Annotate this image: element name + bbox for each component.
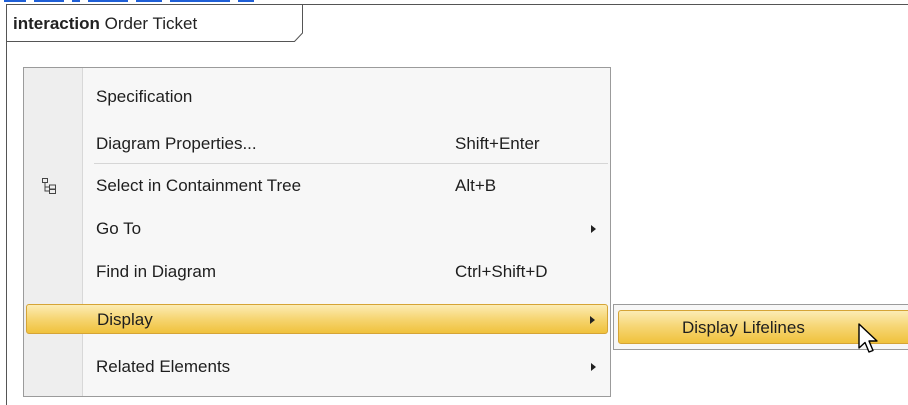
menu-item-label: Display	[97, 310, 153, 329]
frame-keyword: interaction	[13, 14, 100, 33]
context-menu: Specification Diagram Properties... Shif…	[23, 67, 611, 397]
menu-item-label: Select in Containment Tree	[96, 176, 302, 195]
menu-item-label: Diagram Properties...	[96, 134, 257, 153]
submenu-arrow-icon	[590, 316, 595, 324]
arrow-pointer-icon	[858, 323, 880, 361]
menu-item-shortcut: Alt+B	[455, 176, 497, 195]
menu-item-related-elements[interactable]: Related Elements	[26, 352, 608, 382]
menu-item-label: Go To	[96, 219, 142, 238]
menu-item-display[interactable]: Display	[26, 304, 608, 334]
menu-item-label: Specification	[96, 87, 193, 106]
menu-item-select-in-containment-tree[interactable]: Select in Containment Tree Alt+B	[26, 171, 608, 201]
frame-title: interaction Order Ticket	[13, 11, 197, 37]
frame-name: Order Ticket	[104, 14, 198, 33]
menu-item-diagram-properties[interactable]: Diagram Properties... Shift+Enter	[26, 129, 608, 159]
menu-item-label: Find in Diagram	[96, 262, 216, 281]
submenu-arrow-icon	[591, 225, 596, 233]
containment-tree-icon	[40, 177, 58, 200]
menu-item-shortcut: Ctrl+Shift+D	[455, 262, 548, 281]
menu-item-find-in-diagram[interactable]: Find in Diagram Ctrl+Shift+D	[26, 257, 608, 287]
menu-item-shortcut: Shift+Enter	[455, 134, 540, 153]
menu-item-label: Related Elements	[96, 357, 231, 376]
menu-item-label: Display Lifelines	[682, 318, 805, 337]
submenu-arrow-icon	[591, 363, 596, 371]
menu-item-specification[interactable]: Specification	[26, 82, 608, 112]
menu-item-go-to[interactable]: Go To	[26, 214, 608, 244]
menu-separator	[94, 163, 608, 164]
